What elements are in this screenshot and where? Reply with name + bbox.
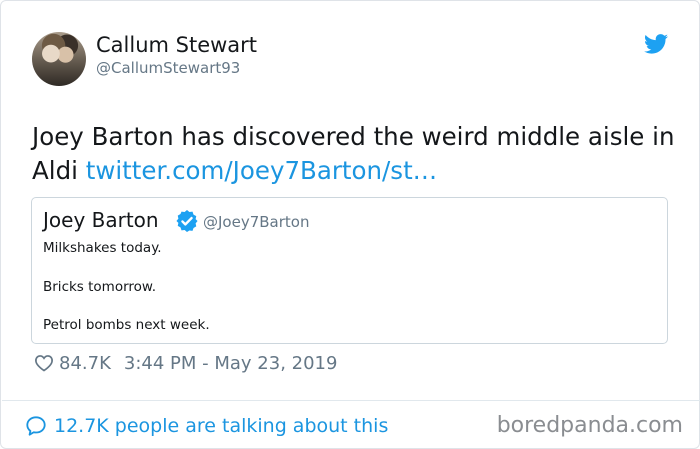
author-avatar[interactable] [32, 32, 86, 86]
quoted-tweet[interactable]: Joey Barton @Joey7Barton Milkshakes toda… [31, 197, 668, 344]
quoted-line: Petrol bombs next week. [43, 317, 210, 333]
heart-outline-icon[interactable] [34, 353, 54, 373]
conversation-count[interactable]: 12.7K people are talking about this [54, 415, 388, 437]
twitter-bird-icon[interactable] [644, 34, 668, 54]
author-handle[interactable]: @CallumStewart93 [96, 59, 240, 77]
tweet-link[interactable]: twitter.com/Joey7Barton/st… [86, 156, 437, 185]
divider [2, 400, 700, 401]
verified-badge-icon [176, 210, 198, 232]
tweet-body: Joey Barton has discovered the weird mid… [32, 120, 677, 188]
quoted-author-handle[interactable]: @Joey7Barton [203, 213, 309, 231]
quoted-line: Milkshakes today. [43, 240, 162, 256]
quoted-line: Bricks tomorrow. [43, 279, 157, 295]
tweet-timestamp[interactable]: 3:44 PM - May 23, 2019 [124, 353, 338, 374]
tweet-embed-card: Callum Stewart @CallumStewart93 Joey Bar… [0, 0, 700, 449]
conversation-link[interactable]: 12.7K people are talking about this [25, 413, 388, 439]
speech-bubble-icon [26, 416, 46, 436]
tweet-meta: 84.7K 3:44 PM - May 23, 2019 [34, 350, 337, 376]
like-count[interactable]: 84.7K [59, 353, 111, 374]
watermark: boredpanda.com [496, 413, 683, 438]
author-name[interactable]: Callum Stewart [96, 33, 257, 57]
quoted-author-name[interactable]: Joey Barton [43, 208, 159, 232]
